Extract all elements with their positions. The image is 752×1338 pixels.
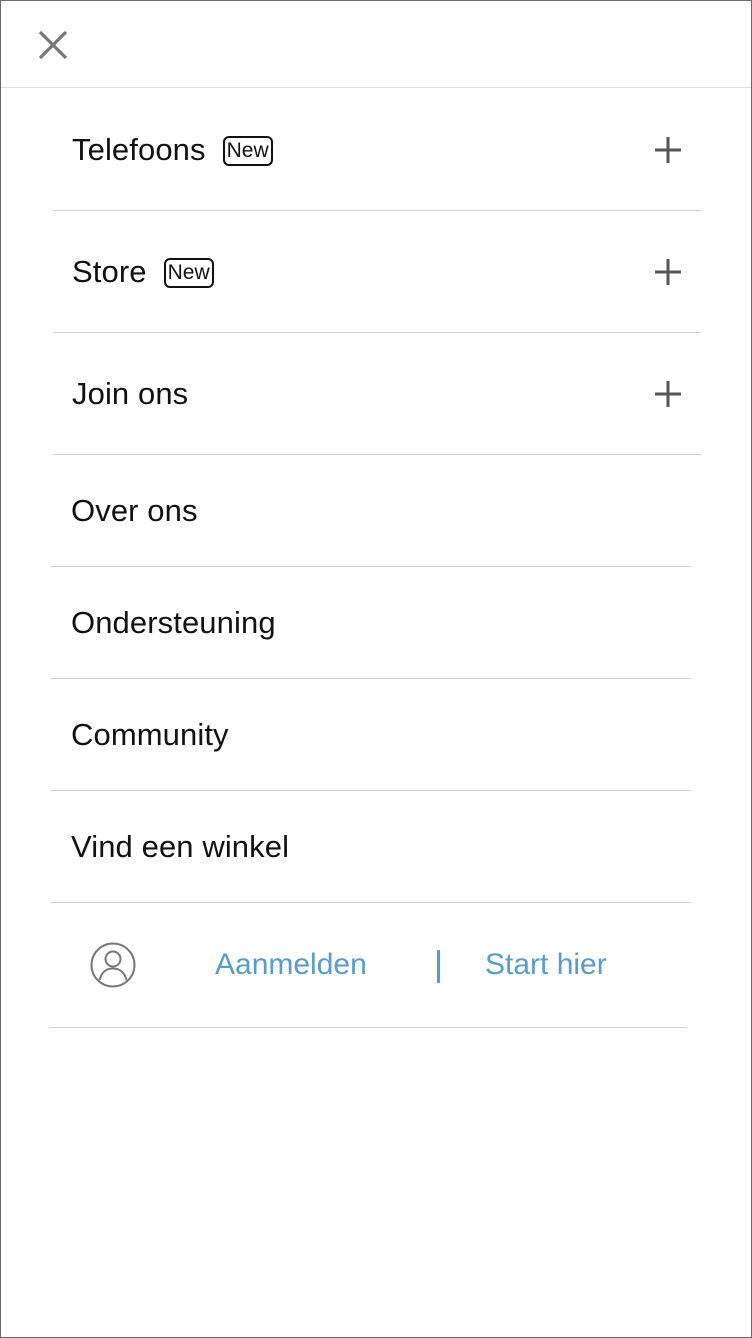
menu-item-label-wrap: Ondersteuning	[71, 605, 276, 641]
user-icon	[90, 942, 136, 988]
account-row: Aanmelden Start hier	[49, 902, 687, 1028]
menu-item-ondersteuning[interactable]: Ondersteuning	[51, 567, 691, 679]
menu-item-community[interactable]: Community	[51, 679, 691, 791]
menu-item-label-wrap: Community	[71, 717, 229, 753]
menu-item-label-wrap: Store New	[72, 254, 214, 290]
plus-icon	[655, 137, 681, 163]
menu-item-telefoons[interactable]: Telefoons New	[53, 90, 701, 211]
menu-item-label-wrap: Over ons	[71, 493, 198, 529]
signup-link[interactable]: Start hier	[485, 948, 607, 982]
menu-item-store[interactable]: Store New	[53, 212, 701, 333]
menu-header	[1, 1, 751, 88]
menu-item-label: Community	[71, 716, 229, 752]
menu-item-label: Ondersteuning	[71, 604, 276, 640]
menu-item-over-ons[interactable]: Over ons	[51, 455, 691, 567]
plus-icon	[655, 259, 681, 285]
menu-item-label-wrap: Join ons	[72, 376, 188, 412]
menu-item-label: Telefoons	[72, 132, 206, 167]
close-icon	[38, 30, 68, 60]
menu-item-label: Join ons	[72, 376, 189, 411]
menu-item-label-wrap: Vind een winkel	[71, 829, 289, 865]
menu-item-label: Vind een winkel	[71, 828, 290, 864]
expand-button[interactable]	[653, 257, 683, 287]
mobile-menu-panel: Telefoons New Store New Join ons Over on…	[0, 0, 752, 1338]
login-link[interactable]: Aanmelden	[215, 948, 367, 982]
account-avatar[interactable]	[90, 942, 136, 988]
expand-button[interactable]	[653, 135, 683, 165]
menu-item-join-ons[interactable]: Join ons	[53, 334, 701, 455]
plus-icon	[655, 381, 681, 407]
expand-button[interactable]	[653, 379, 683, 409]
new-badge: New	[222, 136, 273, 166]
menu-item-vind-een-winkel[interactable]: Vind een winkel	[51, 791, 691, 903]
close-button[interactable]	[31, 23, 75, 67]
menu-item-label-wrap: Telefoons New	[72, 132, 273, 168]
account-separator	[437, 950, 440, 983]
menu-item-label: Over ons	[71, 492, 198, 528]
menu-item-label: Store	[72, 254, 147, 289]
new-badge: New	[163, 258, 214, 288]
